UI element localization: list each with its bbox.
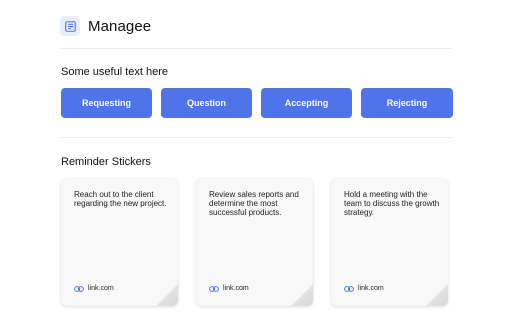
page-curl	[156, 284, 178, 306]
sticker-link[interactable]: link.com	[74, 285, 114, 292]
document-grid-icon	[60, 16, 80, 36]
sticker-text: Review sales reports and determine the m…	[209, 190, 299, 217]
app-header: Managee	[60, 14, 151, 38]
sticker-link-text: link.com	[223, 285, 249, 292]
sticker-link-text: link.com	[88, 285, 114, 292]
sticker-link-text: link.com	[358, 285, 384, 292]
page-curl	[426, 284, 448, 306]
sticker-card: Hold a meeting with the team to discuss …	[331, 178, 448, 306]
requesting-button[interactable]: Requesting	[61, 88, 152, 118]
reminders-heading: Reminder Stickers	[61, 156, 151, 168]
sticker-card: Review sales reports and determine the m…	[196, 178, 313, 306]
actions-heading: Some useful text here	[61, 66, 169, 78]
sticker-list: Reach out to the client regarding the ne…	[61, 178, 448, 306]
section-divider	[61, 137, 452, 138]
sticker-link[interactable]: link.com	[209, 285, 249, 292]
rejecting-button[interactable]: Rejecting	[361, 88, 453, 118]
page-curl	[291, 284, 313, 306]
sticker-text: Hold a meeting with the team to discuss …	[344, 190, 440, 217]
header-divider	[61, 48, 452, 49]
sticker-text: Reach out to the client regarding the ne…	[74, 190, 167, 208]
link-icon	[74, 285, 84, 292]
sticker-link[interactable]: link.com	[344, 285, 384, 292]
link-icon	[209, 285, 219, 292]
page: Managee Some useful text here Requesting…	[0, 0, 512, 320]
app-title: Managee	[88, 17, 152, 35]
question-button[interactable]: Question	[161, 88, 252, 118]
accepting-button[interactable]: Accepting	[261, 88, 352, 118]
action-button-row: Requesting Question Accepting Rejecting	[61, 88, 453, 118]
sticker-card: Reach out to the client regarding the ne…	[61, 178, 178, 306]
link-icon	[344, 285, 354, 292]
